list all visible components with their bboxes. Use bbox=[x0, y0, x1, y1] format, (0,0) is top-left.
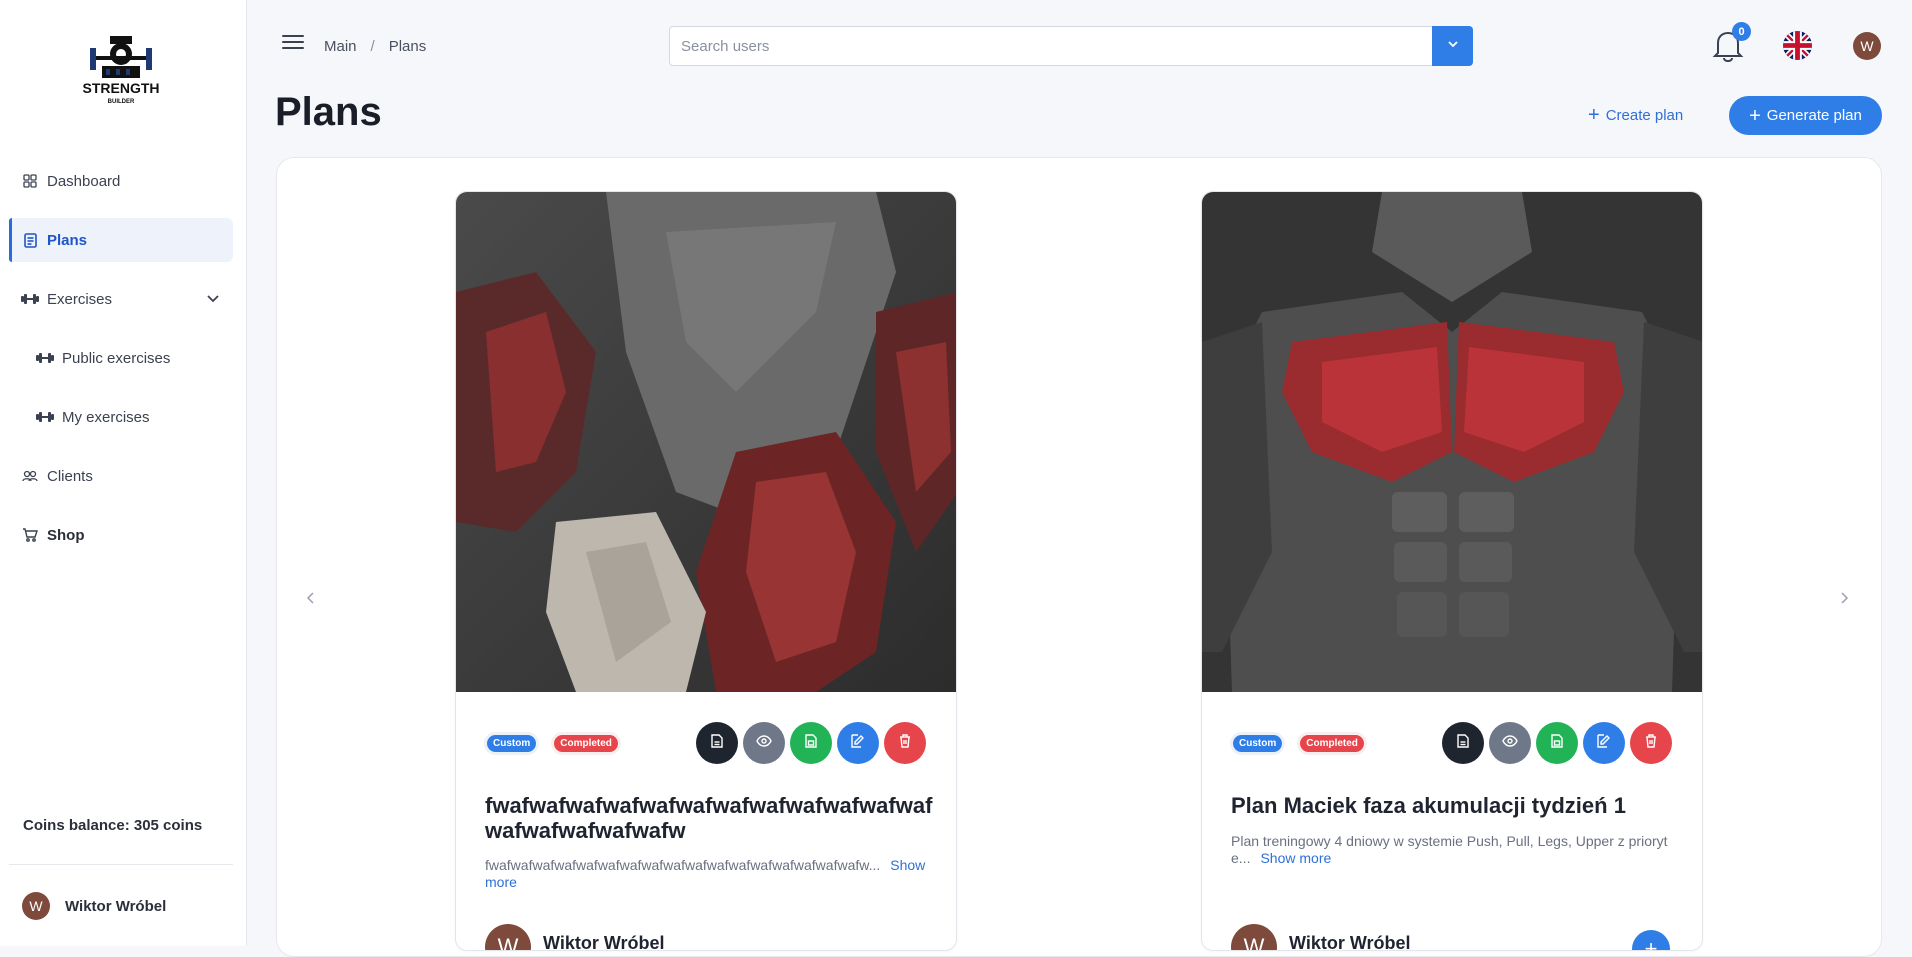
sidebar-item-label: Exercises bbox=[47, 290, 113, 308]
search-dropdown-button[interactable] bbox=[1432, 26, 1473, 66]
sidebar-item-label: Shop bbox=[47, 526, 85, 544]
edit-button[interactable] bbox=[1583, 722, 1625, 764]
delete-button[interactable] bbox=[1630, 722, 1672, 764]
avatar: W bbox=[22, 892, 50, 920]
file-icon bbox=[1457, 733, 1469, 753]
menu-icon[interactable] bbox=[282, 35, 304, 53]
leg-muscles-image bbox=[456, 192, 956, 692]
sidebar-item-label: My exercises bbox=[62, 408, 150, 426]
breadcrumb-main[interactable]: Main bbox=[324, 38, 357, 55]
coins-balance: Coins balance: 305 coins bbox=[23, 817, 203, 834]
file-icon bbox=[711, 733, 723, 753]
sidebar-item-clients[interactable]: Clients bbox=[9, 454, 233, 498]
svg-text:STRENGTH: STRENGTH bbox=[83, 80, 160, 96]
users-icon bbox=[21, 467, 39, 485]
strength-builder-logo[interactable]: STRENGTH BUILDER bbox=[82, 34, 160, 106]
eye-icon bbox=[1502, 734, 1518, 752]
sidebar-item-exercises[interactable]: Exercises bbox=[9, 277, 233, 321]
pdf-button[interactable] bbox=[696, 722, 738, 764]
trash-icon bbox=[1645, 733, 1657, 753]
plan-title: fwafwafwafwafwafwafwafwafwafwafwafwafwaf… bbox=[485, 793, 933, 843]
export-button[interactable] bbox=[1536, 722, 1578, 764]
sidebar-item-label: Public exercises bbox=[62, 349, 171, 367]
dumbbell-icon bbox=[36, 349, 54, 367]
file-spreadsheet-icon bbox=[1551, 733, 1563, 753]
pdf-button[interactable] bbox=[1442, 722, 1484, 764]
sidebar-item-public-exercises[interactable]: Public exercises bbox=[24, 336, 233, 380]
create-plan-label: Create plan bbox=[1605, 106, 1684, 124]
chest-muscles-image bbox=[1202, 192, 1702, 692]
sidebar-item-my-exercises[interactable]: My exercises bbox=[24, 395, 233, 439]
plan-card[interactable]: Custom Completed fwafwafwafwafwafwafwafw… bbox=[455, 191, 957, 951]
plan-title: Plan Maciek faza akumulacji tydzień 1 bbox=[1231, 793, 1626, 818]
custom-badge: Custom bbox=[485, 733, 539, 754]
plan-description-text: fwafwafwafwafwafwafwafwafwafwafwafwafwaf… bbox=[485, 857, 881, 873]
create-plan-button[interactable]: + Create plan bbox=[1588, 102, 1683, 128]
notification-badge: 0 bbox=[1732, 22, 1751, 41]
add-button[interactable]: + bbox=[1632, 930, 1670, 950]
plan-author: W Wiktor Wróbel bbox=[485, 924, 665, 951]
generate-plan-label: Generate plan bbox=[1766, 107, 1862, 124]
user-name: Wiktor Wróbel bbox=[65, 897, 167, 915]
chevron-down-icon[interactable] bbox=[205, 290, 221, 310]
edit-icon bbox=[1597, 733, 1611, 753]
document-icon bbox=[21, 231, 39, 249]
sidebar-item-label: Plans bbox=[47, 231, 88, 249]
avatar: W bbox=[1231, 924, 1277, 950]
search-input[interactable] bbox=[670, 27, 1432, 65]
plan-description: Plan treningowy 4 dniowy w systemie Push… bbox=[1231, 833, 1681, 867]
plan-card[interactable]: Custom Completed Plan Maciek faza akumul… bbox=[1201, 191, 1703, 951]
completed-badge: Completed bbox=[1298, 733, 1366, 754]
carousel-next-arrow[interactable] bbox=[1836, 590, 1852, 606]
sidebar-item-shop[interactable]: Shop bbox=[9, 513, 233, 557]
grid-icon bbox=[21, 172, 39, 190]
card-actions bbox=[1442, 722, 1672, 764]
uk-flag-icon[interactable] bbox=[1783, 31, 1812, 60]
trash-icon bbox=[899, 733, 911, 753]
breadcrumb-plans[interactable]: Plans bbox=[389, 38, 427, 55]
plus-icon: + bbox=[1588, 104, 1600, 126]
avatar: W bbox=[485, 924, 531, 950]
author-name: Wiktor Wróbel bbox=[1289, 932, 1411, 951]
preview-button[interactable] bbox=[743, 722, 785, 764]
sidebar-item-label: Dashboard bbox=[47, 172, 121, 190]
svg-text:BUILDER: BUILDER bbox=[108, 99, 135, 105]
edit-icon bbox=[851, 733, 865, 753]
dumbbell-icon bbox=[21, 290, 39, 308]
delete-button[interactable] bbox=[884, 722, 926, 764]
breadcrumb: Main / Plans bbox=[324, 38, 426, 55]
dumbbell-icon bbox=[36, 408, 54, 426]
card-actions bbox=[696, 722, 926, 764]
divider bbox=[9, 864, 233, 865]
badge-group: Custom Completed bbox=[1231, 733, 1366, 754]
file-spreadsheet-icon bbox=[805, 733, 817, 753]
carousel-prev-arrow[interactable] bbox=[303, 590, 319, 606]
avatar[interactable]: W bbox=[1853, 32, 1881, 60]
chevron-down-icon bbox=[1447, 37, 1459, 55]
show-more-link[interactable]: Show more bbox=[1260, 850, 1331, 866]
export-button[interactable] bbox=[790, 722, 832, 764]
preview-button[interactable] bbox=[1489, 722, 1531, 764]
completed-badge: Completed bbox=[552, 733, 620, 754]
plan-description: fwafwafwafwafwafwafwafwafwafwafwafwafwaf… bbox=[485, 857, 935, 891]
breadcrumb-separator: / bbox=[370, 38, 375, 55]
generate-plan-button[interactable]: + Generate plan bbox=[1729, 96, 1882, 135]
edit-button[interactable] bbox=[837, 722, 879, 764]
plan-author: W Wiktor Wróbel bbox=[1231, 924, 1411, 951]
badge-group: Custom Completed bbox=[485, 733, 620, 754]
sidebar-user[interactable]: W Wiktor Wróbel bbox=[22, 892, 166, 920]
search-box bbox=[669, 26, 1473, 66]
cart-icon bbox=[21, 526, 39, 544]
sidebar-item-dashboard[interactable]: Dashboard bbox=[9, 159, 233, 203]
sidebar-item-label: Clients bbox=[47, 467, 93, 485]
sidebar-item-plans[interactable]: Plans bbox=[9, 218, 233, 262]
page-title: Plans bbox=[275, 90, 382, 134]
sidebar: STRENGTH BUILDER Dashboard Plans Exercis… bbox=[0, 0, 247, 946]
custom-badge: Custom bbox=[1231, 733, 1285, 754]
author-name: Wiktor Wróbel bbox=[543, 932, 665, 951]
plus-icon: + bbox=[1749, 104, 1761, 127]
eye-icon bbox=[756, 734, 772, 752]
